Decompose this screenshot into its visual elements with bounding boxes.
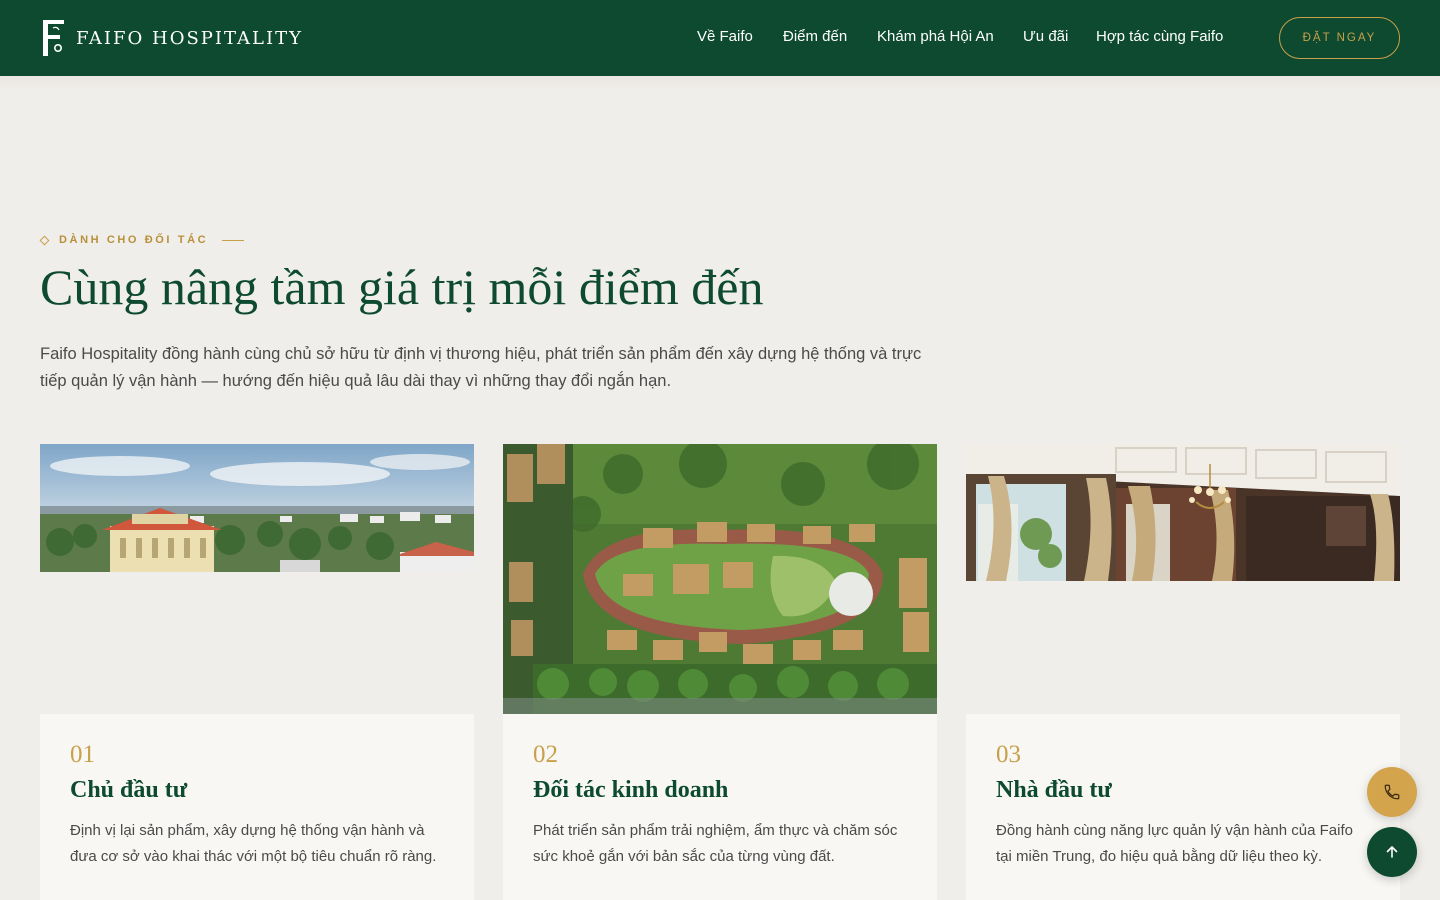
- partner-card-owner: 01 Chủ đầu tư Định vị lại sản phẩm, xây …: [40, 714, 474, 900]
- card-description: Phát triển sản phẩm trải nghiệm, ẩm thực…: [533, 822, 898, 865]
- arrow-up-icon: [1386, 846, 1398, 858]
- card-number: 03: [996, 741, 1021, 768]
- card-number: 01: [70, 741, 95, 768]
- nav-item-destinations[interactable]: Điểm đến: [783, 28, 847, 45]
- card-description: Đồng hành cùng năng lực quản lý vận hành…: [996, 822, 1353, 865]
- header-shadow: [0, 76, 1440, 90]
- section-lede: Faifo Hospitality đồng hành cùng chủ sở …: [40, 345, 922, 390]
- card-description: Định vị lại sản phẩm, xây dựng hệ thống …: [70, 822, 437, 865]
- book-now-button[interactable]: ĐẶT NGAY: [1279, 17, 1400, 59]
- section-eyebrow: DÀNH CHO ĐỐI TÁC: [39, 234, 245, 246]
- phone-icon: [1384, 784, 1400, 800]
- photo-hotel-lobby: [966, 444, 1400, 581]
- photo-town-panorama: [40, 444, 474, 572]
- photo-aerial-garden: [503, 444, 937, 714]
- site-header: FAIFO HOSPITALITY Về Faifo Điểm đến Khám…: [0, 0, 1440, 76]
- nav-item-about[interactable]: Về Faifo: [697, 28, 753, 45]
- card-title: Đối tác kinh doanh: [533, 777, 729, 803]
- section-title: Cùng nâng tầm giá trị mỗi điểm đến: [40, 259, 764, 315]
- card-title: Chủ đầu tư: [70, 777, 188, 803]
- partner-card-business: 02 Đối tác kinh doanh Phát triển sản phẩ…: [503, 714, 937, 900]
- card-number: 02: [533, 741, 558, 768]
- brand-logo[interactable]: FAIFO HOSPITALITY: [40, 18, 303, 58]
- eyebrow-label: DÀNH CHO ĐỐI TÁC: [59, 234, 209, 246]
- eyebrow-divider: [222, 239, 245, 241]
- nav-item-partnership[interactable]: Hợp tác cùng Faifo: [1096, 28, 1223, 45]
- brand-name: FAIFO HOSPITALITY: [76, 27, 303, 49]
- card-title: Nhà đầu tư: [996, 777, 1112, 803]
- back-to-top-button[interactable]: [1367, 827, 1417, 877]
- nav-item-explore-hoi-an[interactable]: Khám phá Hội An: [877, 28, 994, 45]
- nav-item-offers[interactable]: Ưu đãi: [1023, 28, 1068, 45]
- logo-mark-icon: [40, 18, 68, 58]
- diamond-icon: [39, 235, 50, 245]
- call-button[interactable]: [1367, 767, 1417, 817]
- partner-card-investor: 03 Nhà đầu tư Đồng hành cùng năng lực qu…: [966, 714, 1400, 900]
